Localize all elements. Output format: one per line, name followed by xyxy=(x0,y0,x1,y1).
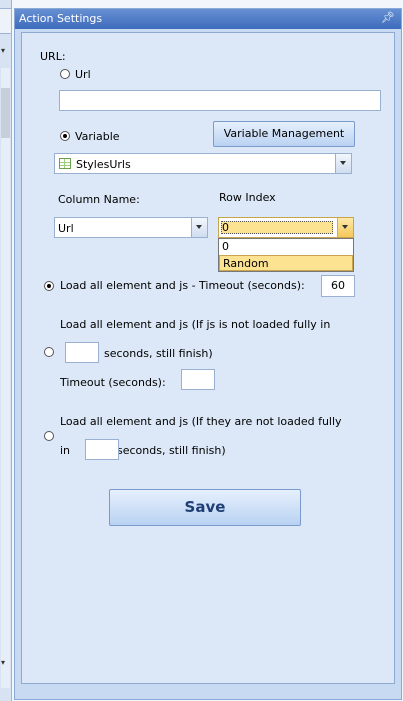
variable-radio-label: Variable xyxy=(75,130,120,143)
panel-title: Action Settings xyxy=(19,12,103,25)
in-label: in xyxy=(60,444,71,457)
chevron-down-icon[interactable]: ▾ xyxy=(1,46,5,55)
column-name-value: Url xyxy=(58,222,74,235)
chevron-down-icon[interactable] xyxy=(191,218,207,237)
timeout-seconds-input[interactable]: 60 xyxy=(321,275,355,297)
row-index-select[interactable]: 0 xyxy=(218,217,354,238)
js-seconds-suffix: seconds, still finish) xyxy=(104,347,213,360)
variable-select[interactable]: StylesUrls xyxy=(54,153,352,174)
scrollbar-thumb[interactable] xyxy=(1,88,10,138)
dropdown-option[interactable]: 0 xyxy=(219,239,353,255)
js-seconds-input[interactable] xyxy=(65,342,99,363)
load-elements-partial-label: Load all element and js (If they are not… xyxy=(60,415,342,428)
load-js-partial-label: Load all element and js (If js is not lo… xyxy=(60,318,331,331)
load-js-partial-radio[interactable] xyxy=(44,347,54,357)
js-timeout-label: Timeout (seconds): xyxy=(60,376,166,389)
variable-radio[interactable] xyxy=(60,131,70,141)
save-button[interactable]: Save xyxy=(109,489,301,526)
dropdown-option-highlighted[interactable]: Random xyxy=(219,255,353,271)
chevron-down-icon[interactable] xyxy=(337,218,353,237)
chevron-down-icon[interactable] xyxy=(335,154,351,173)
variable-management-button[interactable]: Variable Management xyxy=(213,121,355,147)
column-name-label: Column Name: xyxy=(58,193,140,206)
url-radio[interactable] xyxy=(60,69,70,79)
dock-tab[interactable] xyxy=(0,8,12,34)
column-name-select[interactable]: Url xyxy=(54,217,208,238)
url-section-label: URL: xyxy=(40,50,66,63)
url-input[interactable] xyxy=(59,90,381,111)
load-timeout-radio[interactable] xyxy=(44,281,54,291)
scroll-down-icon[interactable]: ▾ xyxy=(1,658,5,667)
variable-select-value: StylesUrls xyxy=(76,158,131,171)
url-radio-label: Url xyxy=(75,68,91,81)
elements-seconds-input[interactable] xyxy=(85,439,119,460)
load-timeout-label: Load all element and js - Timeout (secon… xyxy=(60,279,305,292)
load-elements-partial-radio[interactable] xyxy=(44,431,54,441)
table-icon xyxy=(59,158,71,169)
panel-title-bar: Action Settings 📌︎ xyxy=(15,9,401,29)
pin-icon[interactable]: 📌︎ xyxy=(381,11,395,24)
js-timeout-input[interactable] xyxy=(181,369,215,390)
row-index-value: 0 xyxy=(222,221,229,234)
left-dock-strip: ▾ ▾ xyxy=(0,0,12,701)
row-index-dropdown: 0 Random xyxy=(218,238,354,272)
row-index-label: Row Index xyxy=(219,191,276,204)
scrollbar[interactable] xyxy=(1,68,10,688)
elements-seconds-suffix: seconds, still finish) xyxy=(117,444,226,457)
